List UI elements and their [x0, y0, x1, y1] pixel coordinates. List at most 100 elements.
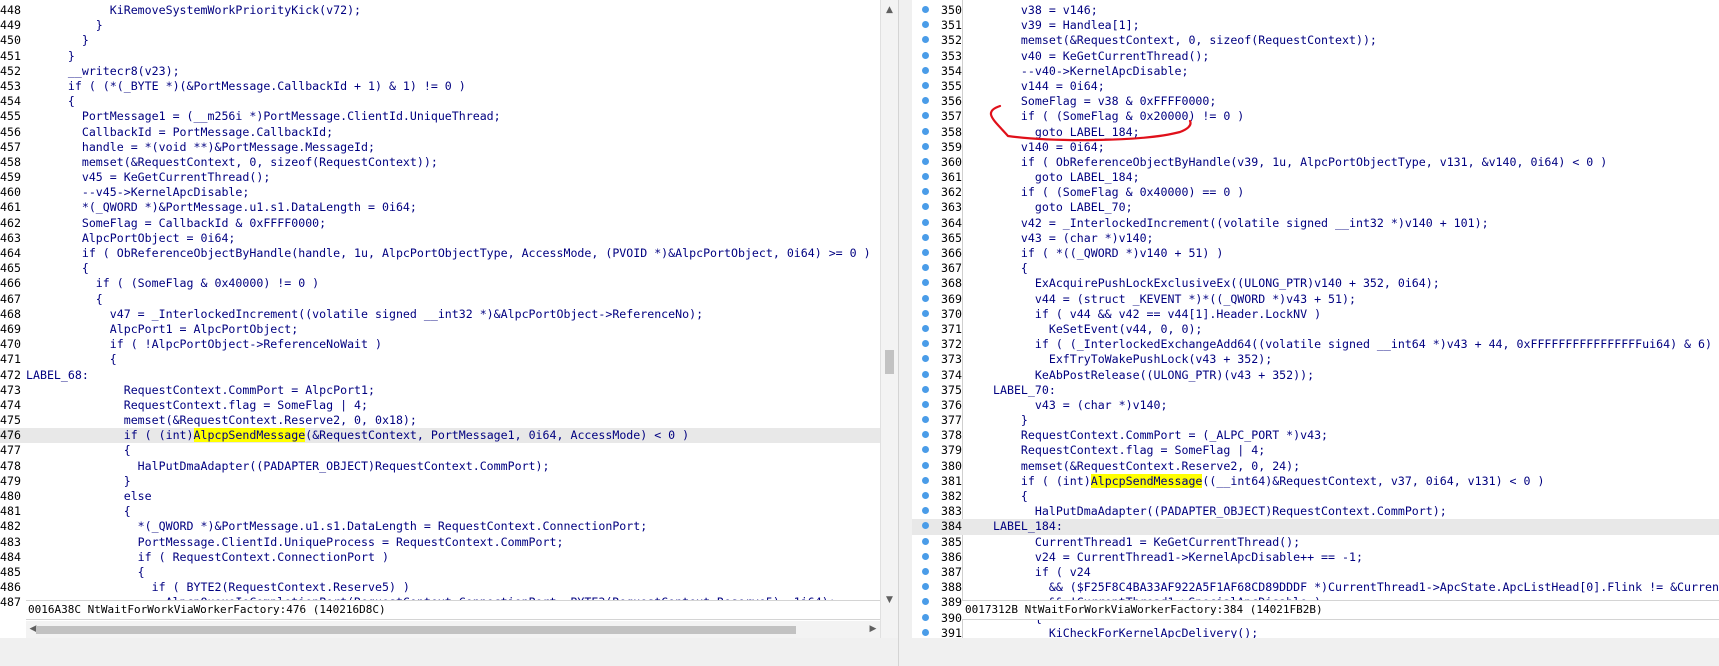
breakpoint-dot-icon[interactable] — [922, 97, 929, 105]
breakpoint-dot-icon[interactable] — [922, 355, 929, 363]
breakpoint-dot-icon[interactable] — [922, 628, 929, 636]
code-text[interactable]: } — [26, 33, 89, 47]
scroll-up-arrow-icon[interactable]: ▲ — [881, 2, 898, 18]
code-text[interactable]: __writecr8(v23); — [26, 64, 180, 78]
code-line[interactable]: 352 memset(&RequestContext, 0, sizeof(Re… — [912, 33, 1719, 48]
code-text[interactable]: { — [26, 504, 131, 518]
code-text[interactable]: *(_QWORD *)&PortMessage.u1.s1.DataLength… — [26, 200, 417, 214]
code-text[interactable]: KeSetEvent(v44, 0, 0); — [993, 322, 1203, 336]
breakpoint-dot-icon[interactable] — [922, 81, 929, 89]
code-text[interactable]: --v40->KernelApcDisable; — [993, 64, 1189, 78]
code-line[interactable]: 450 } — [0, 33, 880, 48]
code-text[interactable]: RequestContext.CommPort = AlpcPort1; — [26, 383, 375, 397]
right-code-view[interactable]: 350 v38 = v146; 351 v39 = Handlea[1]; 352 … — [912, 3, 1719, 641]
code-text[interactable]: && ($F25F8C4BA33AF922A5F1AF68CD89DDDF *)… — [993, 580, 1719, 594]
code-line[interactable]: 386 v24 = CurrentThread1->KernelApcDisab… — [912, 550, 1719, 565]
code-line[interactable]: 366 if ( *((_QWORD *)v140 + 51) ) — [912, 246, 1719, 261]
code-line[interactable]: 362 if ( (SomeFlag & 0x40000) == 0 ) — [912, 185, 1719, 200]
code-text[interactable]: v144 = 0i64; — [993, 79, 1105, 93]
code-text[interactable]: memset(&RequestContext, 0, sizeof(Reques… — [26, 155, 438, 169]
code-line[interactable]: 361 goto LABEL_184; — [912, 170, 1719, 185]
breakpoint-dot-icon[interactable] — [922, 188, 929, 196]
code-line[interactable]: 379 RequestContext.flag = SomeFlag | 4; — [912, 443, 1719, 458]
code-line[interactable]: 478 HalPutDmaAdapter((PADAPTER_OBJECT)Re… — [0, 459, 880, 474]
code-line[interactable]: 354 --v40->KernelApcDisable; — [912, 64, 1719, 79]
code-line[interactable]: 449 } — [0, 18, 880, 33]
code-line[interactable]: 482 *(_QWORD *)&PortMessage.u1.s1.DataLe… — [0, 519, 880, 534]
code-text[interactable]: else — [26, 489, 152, 503]
code-text[interactable]: PortMessage.ClientId.UniqueProcess = Req… — [26, 535, 564, 549]
breakpoint-dot-icon[interactable] — [922, 537, 929, 545]
code-line[interactable]: 369 v44 = (struct _KEVENT *)*((_QWORD *)… — [912, 292, 1719, 307]
code-line[interactable]: 358 goto LABEL_184; — [912, 125, 1719, 140]
breakpoint-dot-icon[interactable] — [922, 598, 929, 606]
code-text[interactable]: goto LABEL_184; — [993, 170, 1140, 184]
code-text[interactable]: HalPutDmaAdapter((PADAPTER_OBJECT)Reques… — [993, 504, 1447, 518]
code-text[interactable]: handle = *(void **)&PortMessage.MessageI… — [26, 140, 375, 154]
code-text[interactable]: if ( (*(_BYTE *)(&PortMessage.CallbackId… — [26, 79, 466, 93]
code-line[interactable]: 463 AlpcPortObject = 0i64; — [0, 231, 880, 246]
code-text[interactable]: if ( (SomeFlag & 0x40000) == 0 ) — [993, 185, 1244, 199]
code-line[interactable]: 350 v38 = v146; — [912, 3, 1719, 18]
code-line[interactable]: 357 if ( (SomeFlag & 0x20000) != 0 ) — [912, 109, 1719, 124]
code-text[interactable]: if ( !AlpcPortObject->ReferenceNoWait ) — [26, 337, 382, 351]
code-text[interactable]: v47 = _InterlockedIncrement((volatile si… — [26, 307, 703, 321]
code-text[interactable]: v44 = (struct _KEVENT *)*((_QWORD *)v43 … — [993, 292, 1356, 306]
code-text[interactable]: { — [26, 352, 117, 366]
code-line[interactable]: 384 LABEL_184: — [912, 519, 1719, 535]
code-line[interactable]: 453 if ( (*(_BYTE *)(&PortMessage.Callba… — [0, 79, 880, 94]
breakpoint-dot-icon[interactable] — [922, 294, 929, 302]
code-text[interactable]: } — [993, 413, 1028, 427]
breakpoint-dot-icon[interactable] — [922, 127, 929, 135]
breakpoint-dot-icon[interactable] — [922, 522, 929, 530]
code-line[interactable]: 376 v43 = (char *)v140; — [912, 398, 1719, 413]
code-line[interactable]: 456 CallbackId = PortMessage.CallbackId; — [0, 125, 880, 140]
code-line[interactable]: 477 { — [0, 443, 880, 458]
code-text[interactable]: ExAcquirePushLockExclusiveEx((ULONG_PTR)… — [993, 276, 1440, 290]
breakpoint-dot-icon[interactable] — [922, 461, 929, 469]
code-line[interactable]: 462 SomeFlag = CallbackId & 0xFFFF0000; — [0, 216, 880, 231]
breakpoint-dot-icon[interactable] — [922, 233, 929, 241]
code-line[interactable]: 476 if ( (int)AlpcpSendMessage(&RequestC… — [0, 428, 880, 444]
code-line[interactable]: 483 PortMessage.ClientId.UniqueProcess =… — [0, 535, 880, 550]
code-text[interactable]: { — [26, 292, 103, 306]
code-text[interactable]: v140 = 0i64; — [993, 140, 1105, 154]
code-line[interactable]: 472 LABEL_68: — [0, 368, 880, 383]
code-line[interactable]: 375 LABEL_70: — [912, 383, 1719, 398]
code-line[interactable]: 475 memset(&RequestContext.Reserve2, 0, … — [0, 413, 880, 428]
code-line[interactable]: 465 { — [0, 261, 880, 276]
code-line[interactable]: 367 { — [912, 261, 1719, 276]
code-text[interactable]: SomeFlag = CallbackId & 0xFFFF0000; — [26, 216, 326, 230]
code-text[interactable]: if ( (int)AlpcpSendMessage((__int64)&Req… — [993, 473, 1544, 488]
breakpoint-dot-icon[interactable] — [922, 112, 929, 120]
code-text[interactable]: CallbackId = PortMessage.CallbackId; — [26, 125, 333, 139]
code-line[interactable]: 387 if ( v24 — [912, 565, 1719, 580]
code-text[interactable]: } — [26, 49, 75, 63]
breakpoint-dot-icon[interactable] — [922, 309, 929, 317]
code-text[interactable]: { — [26, 443, 131, 457]
code-line[interactable]: 469 AlpcPort1 = AlpcPortObject; — [0, 322, 880, 337]
code-text[interactable]: memset(&RequestContext.Reserve2, 0, 24); — [993, 459, 1300, 473]
code-text[interactable]: { — [26, 94, 75, 108]
code-line[interactable]: 479 } — [0, 474, 880, 489]
code-line[interactable]: 364 v42 = _InterlockedIncrement((volatil… — [912, 216, 1719, 231]
code-text[interactable]: { — [993, 489, 1028, 503]
left-hscroll-thumb[interactable] — [36, 626, 796, 634]
code-line[interactable]: 371 KeSetEvent(v44, 0, 0); — [912, 322, 1719, 337]
code-text[interactable]: if ( v44 && v42 == v44[1].Header.LockNV … — [993, 307, 1321, 321]
code-text[interactable]: if ( BYTE2(RequestContext.Reserve5) ) — [26, 580, 410, 594]
breakpoint-dot-icon[interactable] — [922, 416, 929, 424]
left-code-view[interactable]: 448 KiRemoveSystemWorkPriorityKick(v72);… — [0, 3, 880, 611]
code-line[interactable]: 461 *(_QWORD *)&PortMessage.u1.s1.DataLe… — [0, 200, 880, 215]
code-line[interactable]: 473 RequestContext.CommPort = AlpcPort1; — [0, 383, 880, 398]
code-line[interactable]: 370 if ( v44 && v42 == v44[1].Header.Loc… — [912, 307, 1719, 322]
breakpoint-dot-icon[interactable] — [922, 476, 929, 484]
code-line[interactable]: 458 memset(&RequestContext, 0, sizeof(Re… — [0, 155, 880, 170]
code-line[interactable]: 455 PortMessage1 = (__m256i *)PortMessag… — [0, 109, 880, 124]
code-line[interactable]: 470 if ( !AlpcPortObject->ReferenceNoWai… — [0, 337, 880, 352]
code-line[interactable]: 385 CurrentThread1 = KeGetCurrentThread(… — [912, 535, 1719, 550]
code-text[interactable]: { — [993, 261, 1028, 275]
breakpoint-dot-icon[interactable] — [922, 431, 929, 439]
code-text[interactable]: SomeFlag = v38 & 0xFFFF0000; — [993, 94, 1216, 108]
code-text[interactable]: LABEL_68: — [26, 368, 89, 382]
